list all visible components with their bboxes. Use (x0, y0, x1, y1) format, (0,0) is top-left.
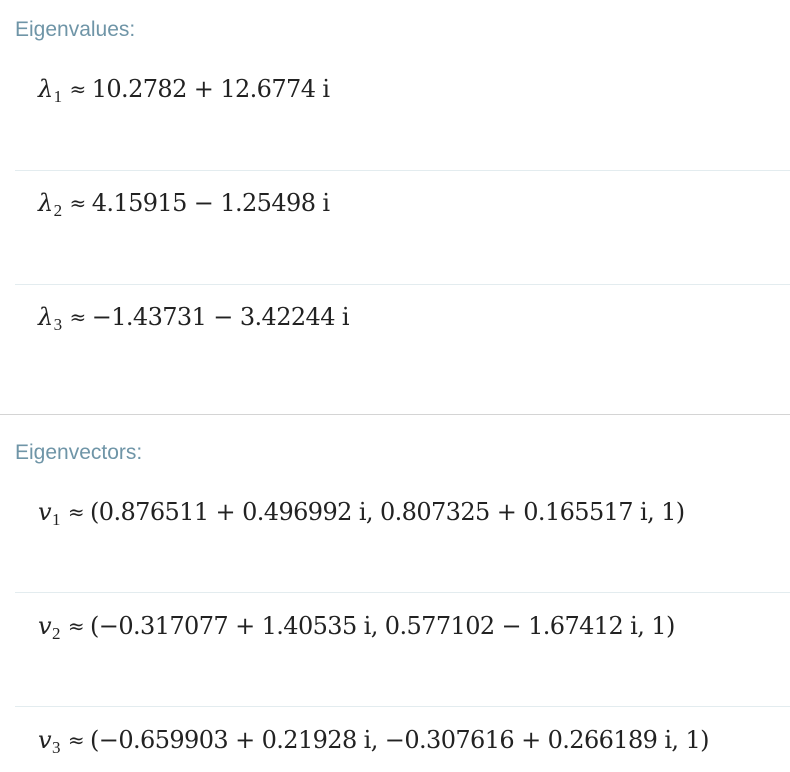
eigenvalue-3-index: 3 (53, 315, 62, 334)
eigenvector-1-index: 1 (51, 510, 60, 529)
row-divider (15, 170, 790, 171)
row-divider (15, 706, 790, 707)
eigenvector-1-value: (0.876511 + 0.496992 i, 0.807325 + 0.165… (90, 498, 685, 526)
eigenvalue-1-value: 10.2782 + 12.6774 i (91, 75, 330, 103)
eigenvalue-2-relation: ≈ (69, 191, 87, 215)
row-divider (15, 284, 790, 285)
eigenvalue-2-index: 2 (53, 201, 62, 220)
eigenvalue-2-symbol: λ (38, 189, 53, 217)
eigenvector-3-relation: ≈ (67, 728, 85, 752)
eigenvector-1-relation: ≈ (67, 500, 85, 524)
eigenvalue-3-value: −1.43731 − 3.42244 i (91, 303, 350, 331)
eigenvalues-title: Eigenvalues: (15, 18, 136, 41)
eigenvalue-1-relation: ≈ (69, 77, 87, 101)
row-divider (15, 592, 790, 593)
eigenvectors-pod: Eigenvectors: v1 ≈ (0.876511 + 0.496992 i,… (0, 415, 790, 772)
eigenvalues-pod: Eigenvalues: λ1 ≈10.2782 + 12.6774 i λ2 ≈4… (0, 0, 790, 414)
eigenvalue-1-symbol: λ (38, 75, 53, 103)
eigenvector-2-index: 2 (51, 624, 60, 643)
eigenvalue-1: λ1 ≈10.2782 + 12.6774 i (38, 75, 330, 105)
eigenvalue-3-symbol: λ (38, 303, 53, 331)
eigenvector-2: v2 ≈ (−0.317077 + 1.40535 i, 0.577102 − 1.… (38, 612, 675, 642)
eigenvalue-2: λ2 ≈4.15915 − 1.25498 i (38, 189, 330, 219)
eigenvector-3: v3 ≈ (−0.659903 + 0.21928 i, −0.307616 + 0… (38, 726, 710, 756)
eigenvector-1-symbol: v (38, 498, 52, 526)
eigenvector-3-index: 3 (51, 738, 60, 757)
eigenvalue-1-index: 1 (53, 87, 62, 106)
eigenvalue-3-relation: ≈ (69, 305, 87, 329)
eigenvector-3-value: (−0.659903 + 0.21928 i, −0.307616 + 0.26… (90, 726, 709, 754)
eigenvector-2-value: (−0.317077 + 1.40535 i, 0.577102 − 1.674… (90, 612, 675, 640)
eigenvalue-3: λ3 ≈ −1.43731 − 3.42244 i (38, 303, 350, 333)
eigenvector-3-symbol: v (38, 726, 52, 754)
eigenvalue-2-value: 4.15915 − 1.25498 i (91, 189, 330, 217)
eigenvector-1: v1 ≈ (0.876511 + 0.496992 i, 0.807325 + 0.… (38, 498, 685, 528)
eigenvector-2-symbol: v (38, 612, 52, 640)
eigenvector-2-relation: ≈ (67, 614, 85, 638)
eigenvectors-title: Eigenvectors: (15, 441, 143, 464)
